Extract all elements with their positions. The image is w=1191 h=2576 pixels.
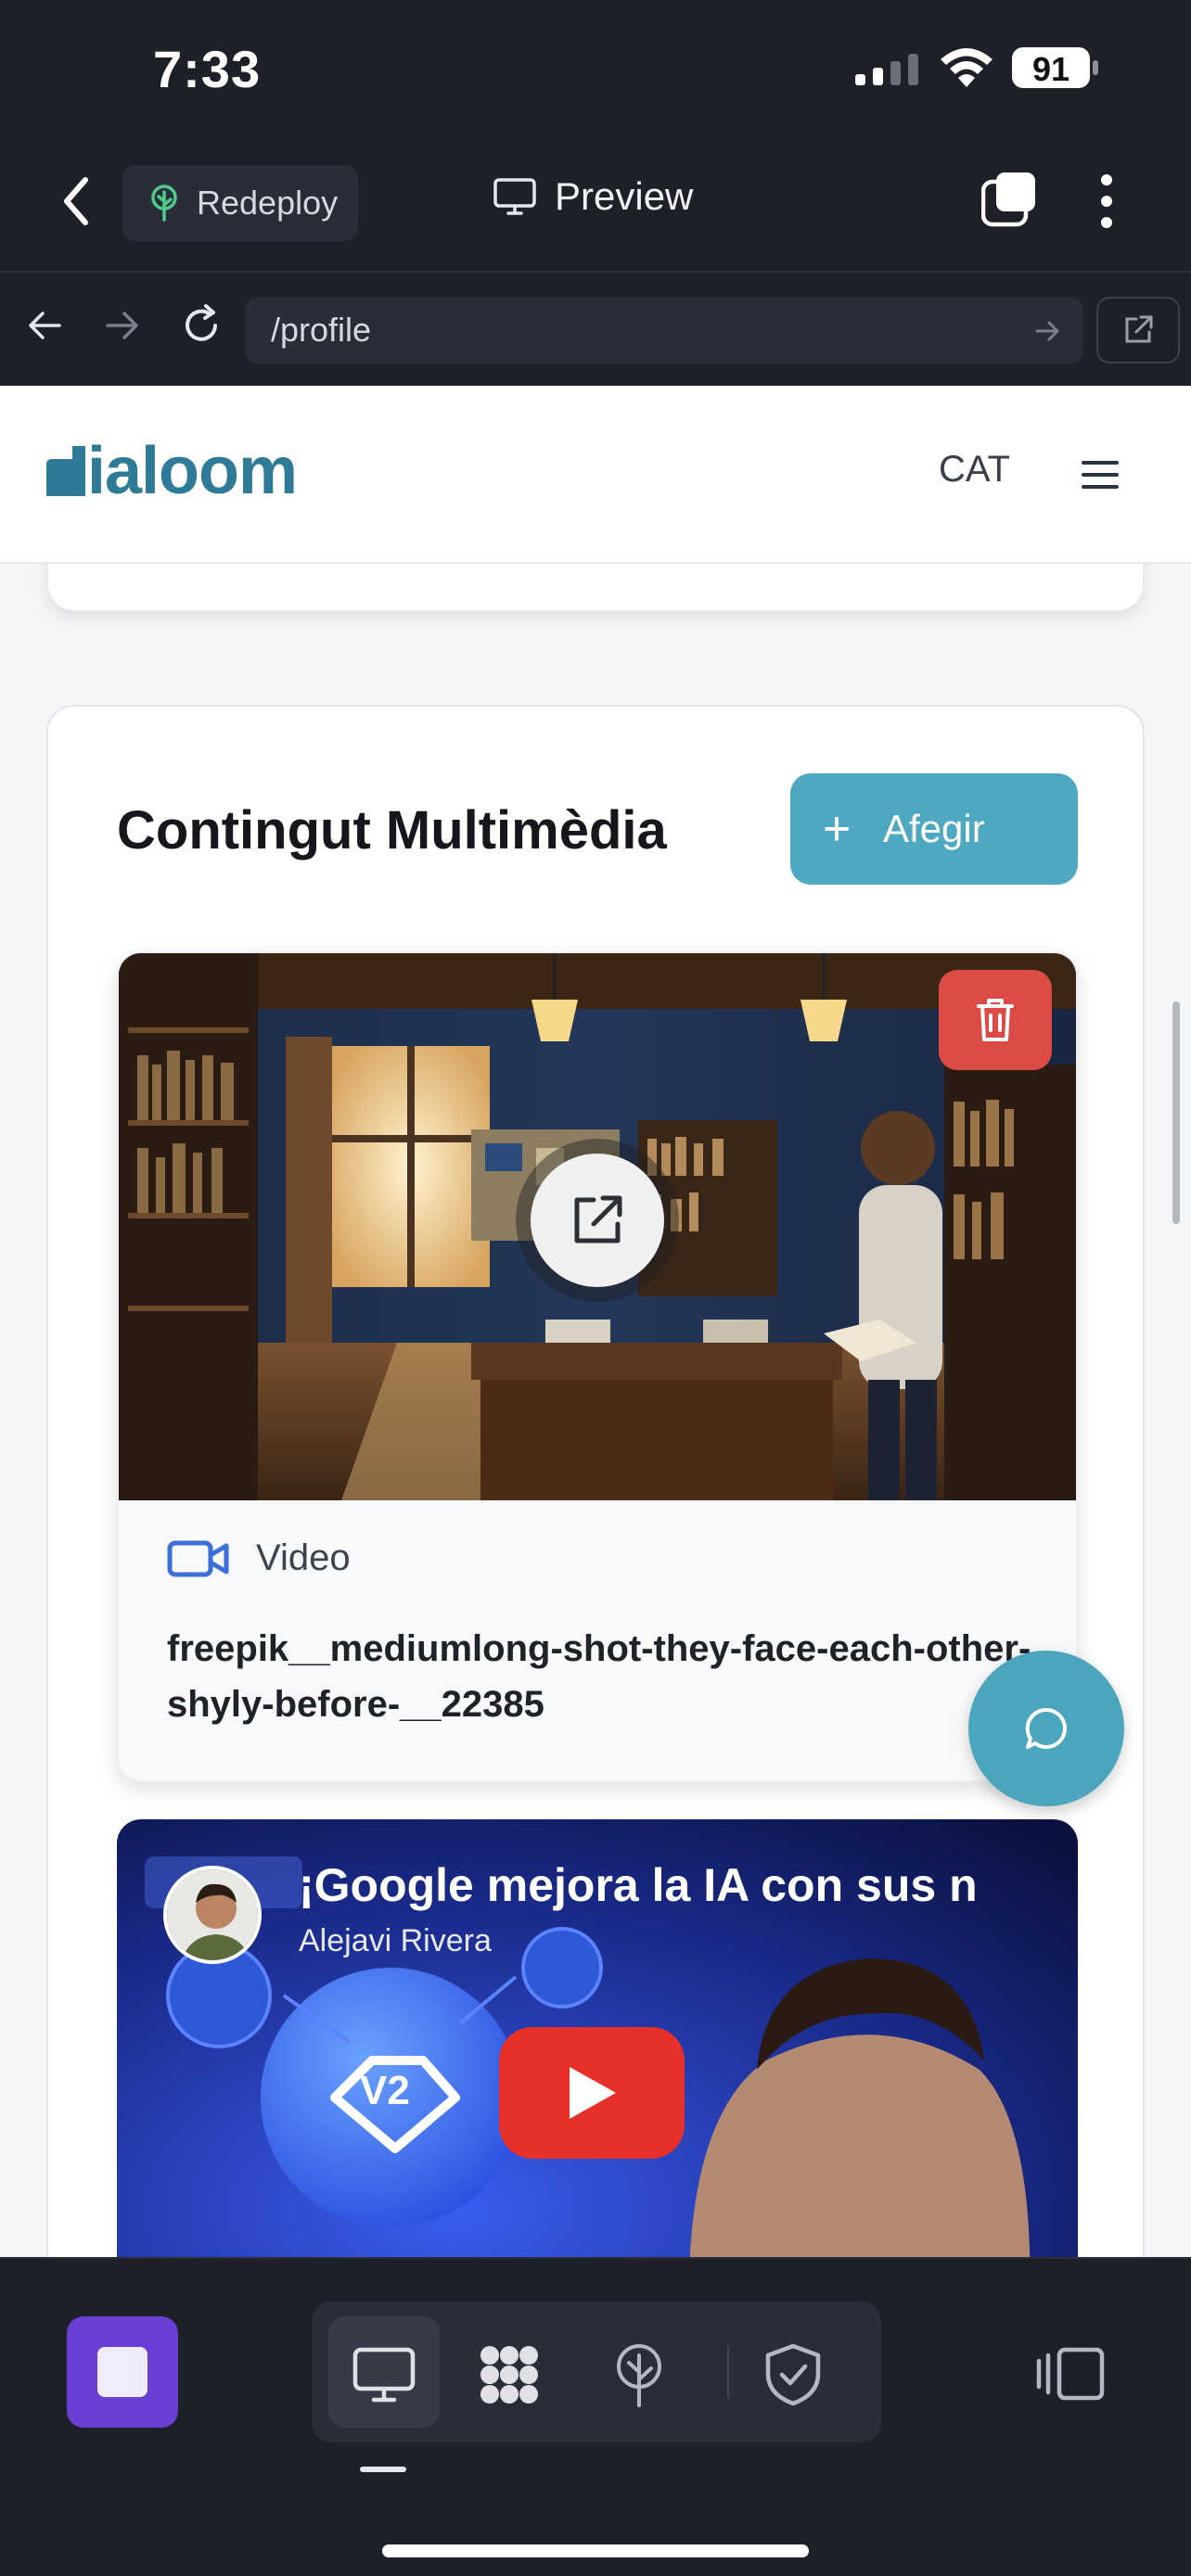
plus-icon: +	[822, 802, 852, 856]
open-media-inner	[531, 1154, 664, 1287]
add-label: Afegir	[883, 807, 985, 850]
channel-avatar[interactable]	[163, 1866, 262, 1964]
media-type-row: Video	[167, 1537, 351, 1579]
battery-level: 91	[1031, 50, 1070, 88]
media-item-card[interactable]: Video freepik__mediumlong-shot-they-face…	[117, 951, 1078, 1782]
status-time: 7:33	[153, 40, 262, 98]
chat-button[interactable]	[968, 1651, 1124, 1806]
wifi-icon	[941, 48, 992, 87]
add-media-button[interactable]: + Afegir	[790, 773, 1078, 885]
media-file-name: freepik__mediumlong-shot-they-face-each-…	[167, 1628, 1031, 1725]
deploy-tree-icon	[151, 185, 177, 222]
menu-icon[interactable]	[1082, 460, 1119, 490]
chat-bubble-icon	[1025, 1707, 1067, 1749]
monitor-icon	[493, 178, 536, 215]
reload-icon[interactable]	[178, 302, 224, 349]
nav-back-arrow-icon[interactable]	[22, 302, 69, 349]
open-external-button[interactable]	[1096, 297, 1180, 363]
redeploy-label: Redeploy	[197, 184, 339, 222]
home-indicator[interactable]	[382, 2544, 809, 2557]
tabs-icon[interactable]	[981, 171, 1039, 228]
stop-square-icon	[97, 2347, 147, 2397]
shield-check-icon[interactable]	[761, 2342, 826, 2407]
delete-media-button[interactable]	[939, 970, 1052, 1070]
multimedia-section: Contingut Multimèdia + Afegir Video free…	[46, 705, 1145, 2257]
bottom-dock	[0, 2257, 1191, 2576]
dock-separator	[727, 2346, 729, 2398]
active-tab-indicator	[360, 2467, 406, 2472]
v2-badge: V2	[360, 2068, 410, 2113]
youtube-embed[interactable]: ¡Google mejora la IA con sus n Alejavi R…	[117, 1819, 1078, 2257]
language-selector[interactable]: CAT	[939, 449, 1010, 491]
toolbar-divider	[0, 271, 1191, 273]
external-link-icon	[1125, 315, 1153, 343]
youtube-channel-name[interactable]: Alejavi Rivera	[299, 1923, 492, 1959]
url-input[interactable]: /profile	[245, 297, 1083, 363]
cellular-signal-icon	[855, 54, 918, 85]
split-layout-icon[interactable]	[1035, 2346, 1106, 2402]
back-chevron-icon[interactable]	[56, 174, 100, 228]
site-logo[interactable]: ialoom	[46, 434, 298, 508]
trash-icon	[977, 999, 1014, 1041]
section-title: Contingut Multimèdia	[117, 800, 667, 861]
url-text: /profile	[271, 311, 372, 349]
youtube-play-button[interactable]	[499, 2027, 685, 2159]
youtube-video-title[interactable]: ¡Google mejora la IA con sus n	[299, 1858, 1059, 1912]
nav-forward-arrow-icon[interactable]	[98, 302, 145, 349]
video-camera-icon	[167, 1540, 229, 1576]
logo-mark-icon	[46, 446, 85, 496]
monitor-icon[interactable]	[352, 2342, 416, 2407]
stop-button[interactable]	[67, 2316, 178, 2428]
site-header: ialoom CAT	[0, 386, 1191, 564]
preview-title[interactable]: Preview	[493, 174, 693, 219]
play-icon	[570, 2067, 616, 2119]
more-vertical-icon[interactable]	[1093, 172, 1121, 230]
apps-grid-icon[interactable]	[477, 2342, 542, 2407]
dock-tab-group	[312, 2302, 881, 2442]
external-link-icon	[574, 1195, 622, 1243]
redeploy-button[interactable]: Redeploy	[122, 165, 358, 241]
page-scrollbar[interactable]	[1172, 1001, 1180, 1224]
web-preview: ialoom CAT Contingut Multimèdia + Afegir	[0, 386, 1191, 2257]
go-arrow-icon[interactable]	[1033, 317, 1061, 345]
open-media-button[interactable]	[516, 1139, 679, 1302]
deploy-tree-icon[interactable]	[607, 2342, 672, 2407]
app-root: 7:33 91 Redeploy Preview /profile ialoom…	[0, 0, 1191, 2576]
logo-text: ialoom	[87, 434, 298, 508]
battery-indicator: 91	[1011, 46, 1100, 89]
media-type-label: Video	[256, 1537, 351, 1578]
preview-label: Preview	[555, 174, 694, 218]
